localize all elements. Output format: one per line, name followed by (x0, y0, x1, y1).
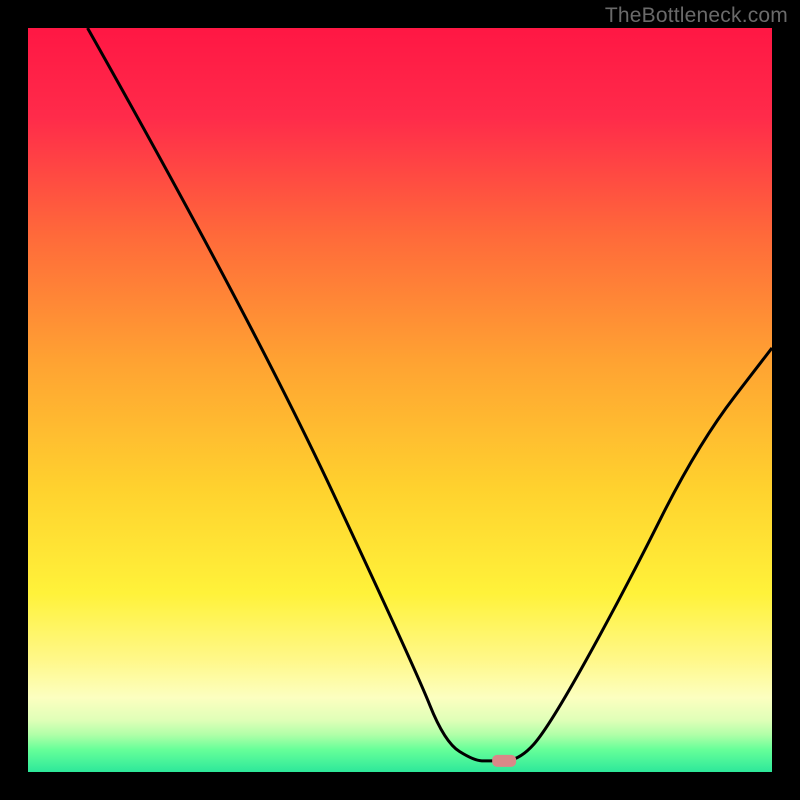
plot-background (28, 28, 772, 772)
optimal-marker (492, 755, 516, 767)
watermark-text: TheBottleneck.com (605, 4, 788, 28)
bottleneck-chart (0, 0, 800, 800)
chart-container: TheBottleneck.com (0, 0, 800, 800)
